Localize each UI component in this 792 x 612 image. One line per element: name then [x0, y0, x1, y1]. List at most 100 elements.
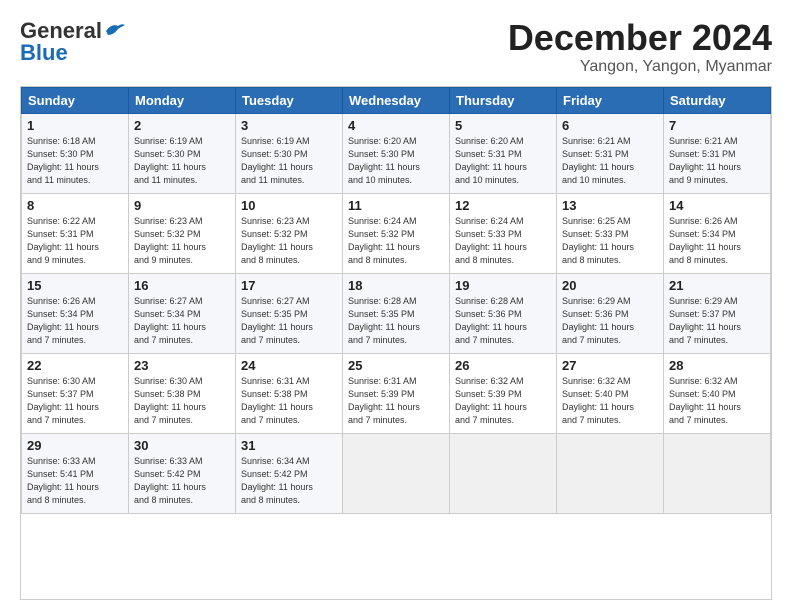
- header-row: Sunday Monday Tuesday Wednesday Thursday…: [22, 87, 771, 113]
- logo: General Blue: [20, 18, 126, 66]
- table-row: 30Sunrise: 6:33 AMSunset: 5:42 PMDayligh…: [129, 433, 236, 513]
- day-info: Sunrise: 6:19 AMSunset: 5:30 PMDaylight:…: [134, 135, 230, 187]
- page: General Blue December 2024 Yangon, Yango…: [0, 0, 792, 612]
- table-row: 19 Sunrise: 6:28 AMSunset: 5:36 PMDayligh…: [450, 273, 557, 353]
- day-number: 25: [348, 358, 444, 373]
- table-row: [343, 433, 450, 513]
- title-block: December 2024 Yangon, Yangon, Myanmar: [508, 18, 772, 76]
- day-number: 6: [562, 118, 658, 133]
- table-row: 17 Sunrise: 6:27 AMSunset: 5:35 PMDayligh…: [236, 273, 343, 353]
- table-row: 11 Sunrise: 6:24 AMSunset: 5:32 PMDayligh…: [343, 193, 450, 273]
- calendar-week-4: 22Sunrise: 6:30 AMSunset: 5:37 PMDayligh…: [22, 353, 771, 433]
- day-number: 16: [134, 278, 230, 293]
- table-row: 25 Sunrise: 6:31 AMSunset: 5:39 PMDayligh…: [343, 353, 450, 433]
- col-monday: Monday: [129, 87, 236, 113]
- table-row: 7 Sunrise: 6:21 AMSunset: 5:31 PMDaylight…: [664, 113, 771, 193]
- day-info: Sunrise: 6:18 AMSunset: 5:30 PMDaylight:…: [27, 135, 123, 187]
- table-row: 18 Sunrise: 6:28 AMSunset: 5:35 PMDayligh…: [343, 273, 450, 353]
- day-number: 21: [669, 278, 765, 293]
- day-info: Sunrise: 6:22 AMSunset: 5:31 PMDaylight:…: [27, 215, 123, 267]
- table-row: 28 Sunrise: 6:32 AMSunset: 5:40 PMDayligh…: [664, 353, 771, 433]
- col-friday: Friday: [557, 87, 664, 113]
- col-sunday: Sunday: [22, 87, 129, 113]
- table-row: 20 Sunrise: 6:29 AMSunset: 5:36 PMDayligh…: [557, 273, 664, 353]
- day-info: Sunrise: 6:29 AMSunset: 5:36 PMDaylight:…: [562, 295, 658, 347]
- day-info: Sunrise: 6:31 AMSunset: 5:39 PMDaylight:…: [348, 375, 444, 427]
- day-number: 26: [455, 358, 551, 373]
- table-row: 22Sunrise: 6:30 AMSunset: 5:37 PMDayligh…: [22, 353, 129, 433]
- day-info: Sunrise: 6:23 AMSunset: 5:32 PMDaylight:…: [241, 215, 337, 267]
- table-row: 31 Sunrise: 6:34 AMSunset: 5:42 PMDayligh…: [236, 433, 343, 513]
- day-info: Sunrise: 6:25 AMSunset: 5:33 PMDaylight:…: [562, 215, 658, 267]
- table-row: [664, 433, 771, 513]
- day-info: Sunrise: 6:23 AMSunset: 5:32 PMDaylight:…: [134, 215, 230, 267]
- table-row: 9 Sunrise: 6:23 AMSunset: 5:32 PMDaylight…: [129, 193, 236, 273]
- day-info: Sunrise: 6:32 AMSunset: 5:40 PMDaylight:…: [669, 375, 765, 427]
- day-info: Sunrise: 6:33 AMSunset: 5:41 PMDaylight:…: [27, 455, 123, 507]
- day-info: Sunrise: 6:28 AMSunset: 5:35 PMDaylight:…: [348, 295, 444, 347]
- table-row: [557, 433, 664, 513]
- day-number: 13: [562, 198, 658, 213]
- table-row: 10 Sunrise: 6:23 AMSunset: 5:32 PMDayligh…: [236, 193, 343, 273]
- table-row: 26 Sunrise: 6:32 AMSunset: 5:39 PMDayligh…: [450, 353, 557, 433]
- calendar-title: December 2024: [508, 18, 772, 58]
- day-number: 9: [134, 198, 230, 213]
- day-info: Sunrise: 6:21 AMSunset: 5:31 PMDaylight:…: [562, 135, 658, 187]
- day-number: 7: [669, 118, 765, 133]
- day-info: Sunrise: 6:27 AMSunset: 5:35 PMDaylight:…: [241, 295, 337, 347]
- day-info: Sunrise: 6:34 AMSunset: 5:42 PMDaylight:…: [241, 455, 337, 507]
- day-info: Sunrise: 6:30 AMSunset: 5:38 PMDaylight:…: [134, 375, 230, 427]
- table-row: 1 Sunrise: 6:18 AMSunset: 5:30 PMDaylight…: [22, 113, 129, 193]
- calendar-week-1: 1 Sunrise: 6:18 AMSunset: 5:30 PMDaylight…: [22, 113, 771, 193]
- header: General Blue December 2024 Yangon, Yango…: [20, 18, 772, 76]
- table-row: 24 Sunrise: 6:31 AMSunset: 5:38 PMDayligh…: [236, 353, 343, 433]
- day-number: 31: [241, 438, 337, 453]
- day-info: Sunrise: 6:33 AMSunset: 5:42 PMDaylight:…: [134, 455, 230, 507]
- table-row: 5 Sunrise: 6:20 AMSunset: 5:31 PMDaylight…: [450, 113, 557, 193]
- day-number: 14: [669, 198, 765, 213]
- table-row: 16 Sunrise: 6:27 AMSunset: 5:34 PMDayligh…: [129, 273, 236, 353]
- day-info: Sunrise: 6:30 AMSunset: 5:37 PMDaylight:…: [27, 375, 123, 427]
- day-number: 11: [348, 198, 444, 213]
- table-row: 6 Sunrise: 6:21 AMSunset: 5:31 PMDaylight…: [557, 113, 664, 193]
- day-info: Sunrise: 6:28 AMSunset: 5:36 PMDaylight:…: [455, 295, 551, 347]
- col-thursday: Thursday: [450, 87, 557, 113]
- day-number: 2: [134, 118, 230, 133]
- day-number: 24: [241, 358, 337, 373]
- day-info: Sunrise: 6:27 AMSunset: 5:34 PMDaylight:…: [134, 295, 230, 347]
- day-number: 4: [348, 118, 444, 133]
- day-number: 5: [455, 118, 551, 133]
- day-info: Sunrise: 6:32 AMSunset: 5:39 PMDaylight:…: [455, 375, 551, 427]
- day-info: Sunrise: 6:31 AMSunset: 5:38 PMDaylight:…: [241, 375, 337, 427]
- day-number: 20: [562, 278, 658, 293]
- table-row: 21 Sunrise: 6:29 AMSunset: 5:37 PMDayligh…: [664, 273, 771, 353]
- day-info: Sunrise: 6:32 AMSunset: 5:40 PMDaylight:…: [562, 375, 658, 427]
- day-number: 1: [27, 118, 123, 133]
- table-row: 23Sunrise: 6:30 AMSunset: 5:38 PMDayligh…: [129, 353, 236, 433]
- table-row: 8Sunrise: 6:22 AMSunset: 5:31 PMDaylight…: [22, 193, 129, 273]
- table-row: 12 Sunrise: 6:24 AMSunset: 5:33 PMDayligh…: [450, 193, 557, 273]
- day-info: Sunrise: 6:21 AMSunset: 5:31 PMDaylight:…: [669, 135, 765, 187]
- table-row: 13 Sunrise: 6:25 AMSunset: 5:33 PMDayligh…: [557, 193, 664, 273]
- calendar-week-5: 29 Sunrise: 6:33 AMSunset: 5:41 PMDayligh…: [22, 433, 771, 513]
- logo-blue: Blue: [20, 40, 68, 66]
- day-number: 15: [27, 278, 123, 293]
- day-number: 29: [27, 438, 123, 453]
- table-row: 2 Sunrise: 6:19 AMSunset: 5:30 PMDaylight…: [129, 113, 236, 193]
- day-number: 12: [455, 198, 551, 213]
- day-number: 10: [241, 198, 337, 213]
- day-info: Sunrise: 6:20 AMSunset: 5:31 PMDaylight:…: [455, 135, 551, 187]
- day-info: Sunrise: 6:24 AMSunset: 5:33 PMDaylight:…: [455, 215, 551, 267]
- calendar: Sunday Monday Tuesday Wednesday Thursday…: [20, 86, 772, 600]
- day-number: 19: [455, 278, 551, 293]
- table-row: 3Sunrise: 6:19 AMSunset: 5:30 PMDaylight…: [236, 113, 343, 193]
- table-row: 27Sunrise: 6:32 AMSunset: 5:40 PMDayligh…: [557, 353, 664, 433]
- day-number: 17: [241, 278, 337, 293]
- day-info: Sunrise: 6:24 AMSunset: 5:32 PMDaylight:…: [348, 215, 444, 267]
- day-number: 28: [669, 358, 765, 373]
- day-info: Sunrise: 6:26 AMSunset: 5:34 PMDaylight:…: [27, 295, 123, 347]
- day-number: 3: [241, 118, 337, 133]
- day-number: 18: [348, 278, 444, 293]
- day-info: Sunrise: 6:29 AMSunset: 5:37 PMDaylight:…: [669, 295, 765, 347]
- table-row: 15 Sunrise: 6:26 AMSunset: 5:34 PMDayligh…: [22, 273, 129, 353]
